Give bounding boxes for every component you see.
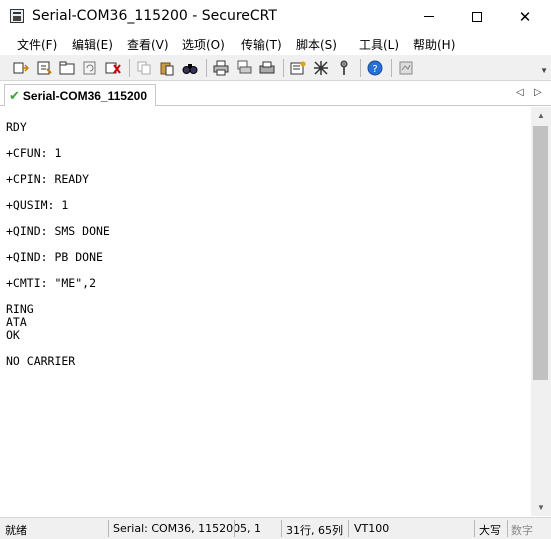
toolbar-separator bbox=[283, 59, 284, 77]
help-button[interactable]: ? bbox=[365, 58, 385, 78]
extra-icon bbox=[399, 61, 413, 75]
help-icon: ? bbox=[367, 60, 383, 76]
menu-options[interactable]: 选项(O) bbox=[182, 36, 225, 53]
status-separator bbox=[348, 520, 349, 537]
status-separator bbox=[474, 520, 475, 537]
scroll-down-icon[interactable]: ▼ bbox=[531, 499, 551, 516]
global-options-button[interactable] bbox=[311, 58, 331, 78]
print-selection-button[interactable] bbox=[234, 58, 254, 78]
tab-label: Serial-COM36_115200 bbox=[22, 88, 147, 103]
menu-tools[interactable]: 工具(L) bbox=[359, 36, 399, 53]
vertical-scrollbar[interactable]: ▲ ▼ bbox=[531, 107, 551, 516]
print-setup-icon bbox=[259, 61, 275, 74]
disconnect-button[interactable] bbox=[103, 58, 123, 78]
status-ready: 就绪 bbox=[5, 524, 27, 537]
print-icon bbox=[213, 60, 229, 76]
menu-file[interactable]: 文件(F) bbox=[17, 36, 57, 53]
terminal-line: +CPIN: READY bbox=[6, 172, 90, 186]
terminal-line: RING bbox=[6, 302, 34, 316]
reconnect-button[interactable] bbox=[80, 58, 100, 78]
toolbar-separator bbox=[129, 59, 130, 77]
securecrt-app-icon[interactable] bbox=[10, 9, 24, 23]
close-icon: ✕ bbox=[518, 8, 532, 26]
print-setup-button[interactable] bbox=[257, 58, 277, 78]
status-num-lock: 数字 bbox=[511, 524, 533, 537]
print-selection-icon bbox=[237, 60, 252, 74]
extra-button[interactable] bbox=[396, 58, 416, 78]
svg-text:?: ? bbox=[372, 64, 377, 75]
terminal-line: NO CARRIER bbox=[6, 354, 76, 368]
global-options-icon bbox=[314, 61, 328, 75]
window-title: Serial-COM36_115200 - SecureCRT bbox=[32, 8, 277, 24]
status-separator bbox=[507, 520, 508, 537]
status-bar: 就绪 Serial: COM36, 115200 5, 1 31行, 65列 V… bbox=[0, 517, 551, 539]
connect-in-tab-icon bbox=[59, 61, 75, 75]
menu-view[interactable]: 查看(V) bbox=[127, 36, 169, 53]
keymap-button[interactable] bbox=[334, 58, 354, 78]
print-button[interactable] bbox=[211, 58, 231, 78]
reconnect-icon bbox=[83, 61, 96, 75]
tab-serial-com36[interactable]: ✔ Serial-COM36_115200 bbox=[4, 84, 156, 106]
menu-transfer[interactable]: 传输(T) bbox=[241, 36, 282, 53]
disconnect-icon bbox=[105, 62, 121, 74]
terminal-line: OK bbox=[6, 328, 20, 342]
maximize-icon bbox=[472, 11, 482, 22]
terminal-line: +QIND: SMS DONE bbox=[6, 224, 110, 238]
terminal-line: +QUSIM: 1 bbox=[6, 198, 69, 212]
connect-icon bbox=[13, 62, 29, 74]
menu-help[interactable]: 帮助(H) bbox=[413, 36, 455, 53]
terminal-line: +CMTI: "ME",2 bbox=[6, 276, 97, 290]
status-separator bbox=[234, 520, 235, 537]
connect-in-tab-button[interactable] bbox=[57, 58, 77, 78]
session-options-button[interactable] bbox=[288, 58, 308, 78]
menu-script[interactable]: 脚本(S) bbox=[296, 36, 337, 53]
status-session: Serial: COM36, 115200 bbox=[113, 522, 241, 535]
terminal-line: +CFUN: 1 bbox=[6, 146, 62, 160]
terminal-output[interactable]: RDY +CFUN: 1 +CPIN: READY +QUSIM: 1 +QIN… bbox=[0, 107, 531, 516]
copy-icon bbox=[137, 61, 151, 75]
quick-connect-button[interactable] bbox=[34, 58, 54, 78]
tab-bar: ✔ Serial-COM36_115200 ◁ ▷ bbox=[0, 82, 551, 106]
menu-bar: 文件(F) 编辑(E) 查看(V) 选项(O) 传输(T) 脚本(S) 工具(L… bbox=[0, 33, 551, 55]
quick-connect-icon bbox=[37, 61, 52, 75]
toolbar-overflow-icon[interactable]: ▼ bbox=[540, 66, 548, 75]
connect-button[interactable] bbox=[11, 58, 31, 78]
maximize-button[interactable] bbox=[452, 0, 502, 33]
connected-check-icon: ✔ bbox=[9, 87, 20, 103]
keymap-icon bbox=[340, 60, 348, 75]
scroll-up-icon[interactable]: ▲ bbox=[531, 107, 551, 124]
copy-button[interactable] bbox=[134, 58, 154, 78]
find-icon bbox=[182, 64, 198, 74]
find-button[interactable] bbox=[180, 58, 200, 78]
close-button[interactable]: ✕ bbox=[500, 0, 550, 33]
terminal-line: +QIND: PB DONE bbox=[6, 250, 103, 264]
menu-edit[interactable]: 编辑(E) bbox=[72, 36, 113, 53]
status-terminal-type: VT100 bbox=[354, 522, 390, 535]
status-terminal-size: 31行, 65列 bbox=[286, 524, 343, 537]
toolbar-separator bbox=[391, 59, 392, 77]
title-bar: Serial-COM36_115200 - SecureCRT ✕ bbox=[0, 0, 551, 33]
scroll-thumb[interactable] bbox=[533, 126, 548, 380]
status-caps-lock: 大写 bbox=[479, 524, 501, 537]
tab-scroll-right-icon[interactable]: ▷ bbox=[534, 87, 542, 98]
minimize-button[interactable] bbox=[404, 0, 454, 33]
terminal-line: ATA bbox=[6, 315, 27, 329]
session-options-icon bbox=[290, 61, 306, 75]
minimize-icon bbox=[424, 16, 434, 17]
toolbar: ? ▼ bbox=[0, 55, 551, 81]
terminal-line: RDY bbox=[6, 120, 27, 134]
toolbar-separator bbox=[206, 59, 207, 77]
paste-icon bbox=[160, 62, 174, 76]
status-cursor-position: 5, 1 bbox=[240, 522, 261, 535]
status-separator bbox=[108, 520, 109, 537]
paste-button[interactable] bbox=[157, 58, 177, 78]
status-separator bbox=[281, 520, 282, 537]
toolbar-separator bbox=[360, 59, 361, 77]
tab-scroll-left-icon[interactable]: ◁ bbox=[516, 87, 524, 98]
